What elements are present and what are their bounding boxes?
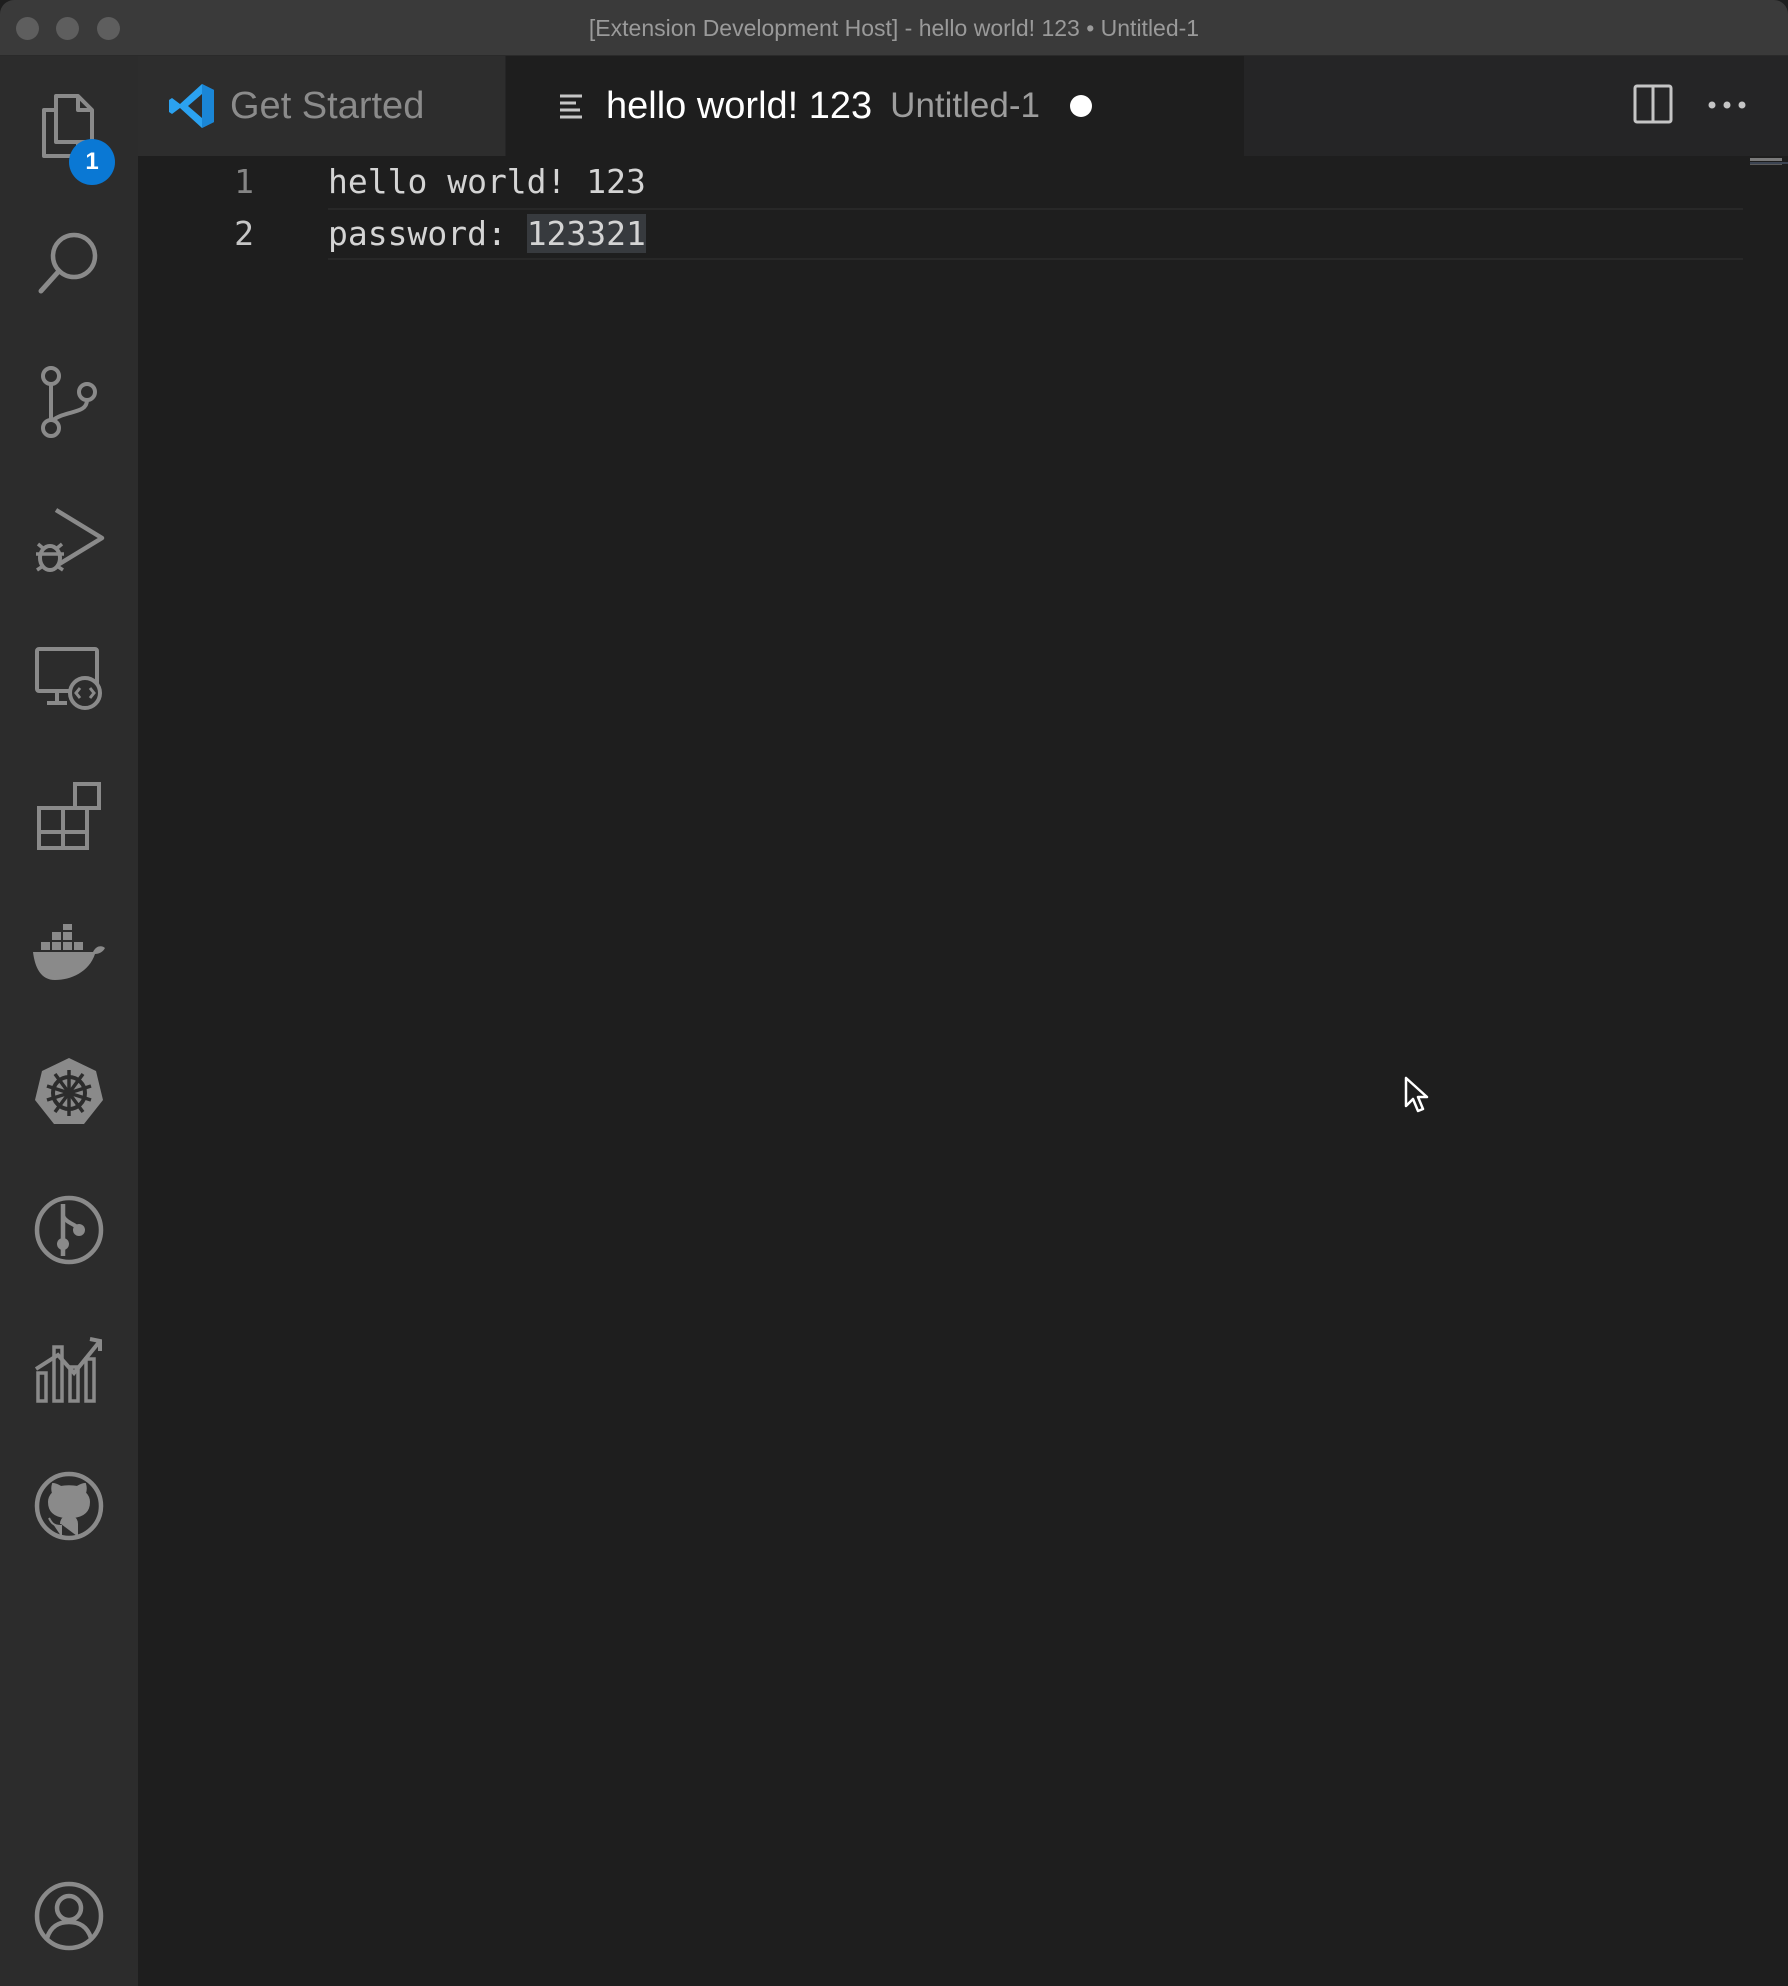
- gitlens-icon: [33, 1194, 105, 1266]
- line-text: password: 123321: [328, 208, 646, 260]
- code-line-2[interactable]: 2 password: 123321: [138, 208, 1604, 260]
- activity-docker[interactable]: [0, 894, 138, 1014]
- line-text-prefix: password:: [328, 214, 527, 253]
- activity-github[interactable]: [0, 1446, 138, 1566]
- vscode-window: [Extension Development Host] - hello wor…: [0, 0, 1788, 1986]
- run-debug-icon: [32, 504, 106, 576]
- line-number: 1: [234, 162, 254, 201]
- mouse-pointer-icon: [1404, 1076, 1430, 1119]
- tab-get-started[interactable]: Get Started: [138, 56, 506, 156]
- remote-explorer-icon: [33, 645, 105, 711]
- activity-gitlens[interactable]: [0, 1170, 138, 1290]
- split-editor-button[interactable]: [1620, 56, 1686, 156]
- vscode-logo-icon: [168, 82, 216, 130]
- more-actions-icon: [1707, 97, 1747, 115]
- activity-bar: 1: [0, 56, 138, 1986]
- explorer-badge: 1: [69, 139, 115, 185]
- selection-highlight: 123321: [526, 214, 646, 253]
- minimap[interactable]: [1750, 156, 1788, 166]
- activity-search[interactable]: [0, 204, 138, 324]
- github-icon: [33, 1470, 105, 1542]
- activity-run-debug[interactable]: [0, 480, 138, 600]
- search-icon: [34, 228, 104, 300]
- chart-icon: [34, 1333, 104, 1403]
- activity-accounts[interactable]: [0, 1856, 138, 1976]
- tab-label: hello world! 123: [606, 84, 873, 127]
- tab-label: Get Started: [230, 84, 425, 127]
- tab-description: Untitled-1: [890, 86, 1040, 125]
- extensions-icon: [33, 780, 105, 852]
- activity-remote-explorer[interactable]: [0, 618, 138, 738]
- source-control-icon: [37, 366, 101, 438]
- title-bar: [Extension Development Host] - hello wor…: [0, 0, 1788, 56]
- activity-source-control[interactable]: [0, 342, 138, 462]
- editor-tab-bar: Get Started hello world! 123 Untitled-1: [138, 56, 1788, 156]
- kubernetes-icon: [33, 1056, 105, 1128]
- text-file-icon: [558, 92, 586, 120]
- activity-kubernetes[interactable]: [0, 1032, 138, 1152]
- docker-icon: [31, 924, 107, 984]
- unsaved-dot-icon[interactable]: [1069, 95, 1092, 117]
- activity-extensions[interactable]: [0, 756, 138, 876]
- split-editor-icon: [1633, 84, 1673, 129]
- activity-explorer[interactable]: 1: [0, 66, 138, 186]
- tab-untitled-1[interactable]: hello world! 123 Untitled-1: [506, 56, 1244, 156]
- window-title: [Extension Development Host] - hello wor…: [588, 15, 1200, 41]
- more-actions-button[interactable]: [1694, 56, 1760, 156]
- activity-analytics[interactable]: [0, 1308, 138, 1428]
- account-icon: [33, 1880, 105, 1952]
- line-text: hello world! 123: [328, 162, 646, 201]
- code-line-1[interactable]: 1 hello world! 123: [138, 156, 1604, 208]
- editor-area[interactable]: 1 hello world! 123 2 password: 123321: [138, 156, 1788, 1986]
- line-number: 2: [234, 214, 254, 253]
